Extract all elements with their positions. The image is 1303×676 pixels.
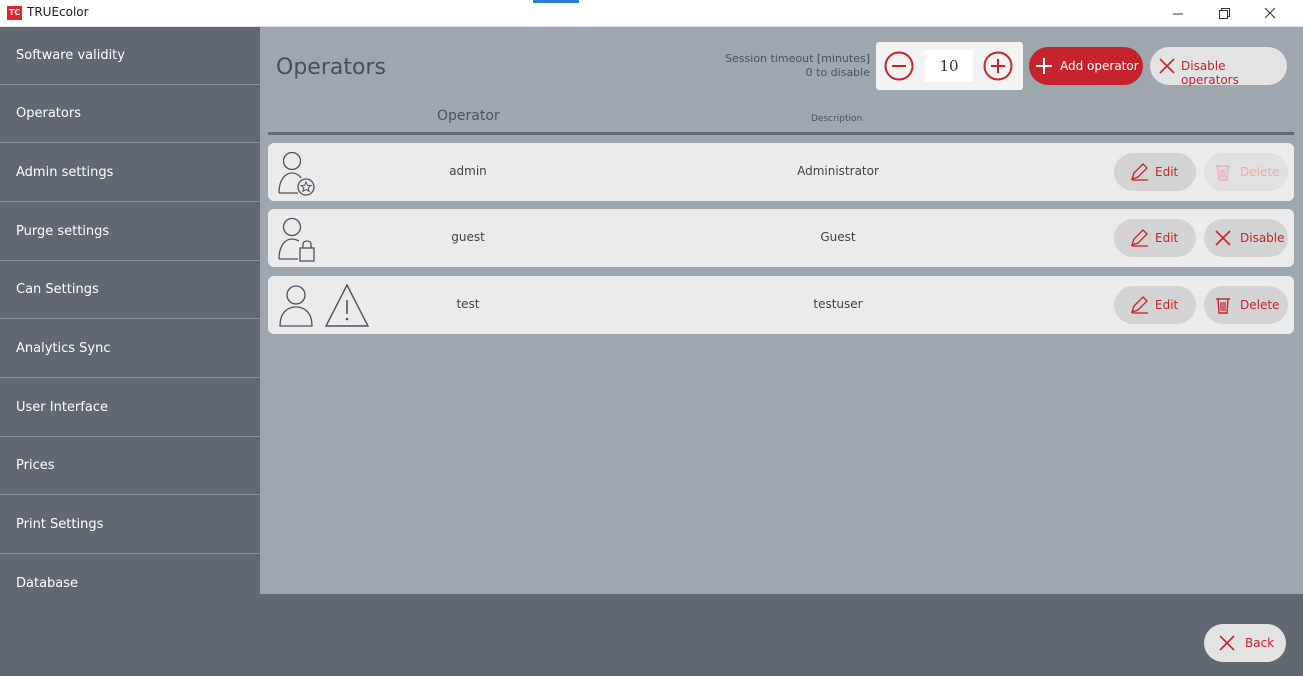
minimize-button[interactable] xyxy=(1155,0,1201,26)
add-operator-label: Add operator xyxy=(1060,59,1139,73)
sidebar-item-prices[interactable]: Prices xyxy=(0,437,260,495)
maximize-icon xyxy=(1219,8,1230,19)
sidebar-item-analytics-sync[interactable]: Analytics Sync xyxy=(0,320,260,378)
close-button[interactable] xyxy=(1247,0,1293,26)
sidebar-item-print-settings[interactable]: Print Settings xyxy=(0,496,260,554)
edit-button[interactable]: Edit xyxy=(1114,219,1196,257)
sidebar-item-operators[interactable]: Operators xyxy=(0,85,260,143)
edit-label: Edit xyxy=(1155,231,1179,245)
pencil-icon xyxy=(1130,229,1148,247)
delete-button[interactable]: Delete xyxy=(1204,286,1288,324)
maximize-button[interactable] xyxy=(1201,0,1247,26)
back-label: Back xyxy=(1245,636,1275,650)
session-timeout-input[interactable] xyxy=(925,50,973,82)
app-logo: TC xyxy=(7,6,22,20)
user-warning-icon xyxy=(279,283,370,327)
edit-label: Edit xyxy=(1155,298,1179,312)
minus-circle-icon xyxy=(884,51,914,81)
title-bar-accent xyxy=(533,0,579,3)
delete-label: Delete xyxy=(1240,165,1280,179)
user-lock-icon xyxy=(278,217,315,262)
operator-name: guest xyxy=(451,230,485,244)
delete-label: Delete xyxy=(1240,298,1280,312)
plus-icon xyxy=(1036,58,1052,74)
operator-description: testuser xyxy=(813,297,863,311)
table-row: admin Administrator Edit Delete xyxy=(268,143,1294,201)
sidebar: Software validity Operators Admin settin… xyxy=(0,27,260,594)
sidebar-item-purge-settings[interactable]: Purge settings xyxy=(0,203,260,261)
footer-bar: Back xyxy=(0,594,1303,676)
edit-button[interactable]: Edit xyxy=(1114,286,1196,324)
x-icon xyxy=(1159,58,1175,74)
x-icon xyxy=(1219,635,1235,651)
table-row: guest Guest Edit Disable xyxy=(268,209,1294,267)
pencil-icon xyxy=(1130,296,1148,314)
minimize-icon xyxy=(1173,13,1183,15)
window-title: TRUEcolor xyxy=(27,5,89,19)
title-bar: TC TRUEcolor xyxy=(0,0,1303,27)
session-timeout-label: Session timeout [minutes] 0 to disable xyxy=(680,52,870,80)
sidebar-item-software-validity[interactable]: Software validity xyxy=(0,27,260,85)
edit-label: Edit xyxy=(1155,165,1179,179)
operator-name: test xyxy=(456,297,480,311)
trash-icon xyxy=(1216,298,1230,314)
column-header-operator: Operator xyxy=(437,108,500,124)
disable-button[interactable]: Disable xyxy=(1204,219,1288,257)
disable-label: Disable xyxy=(1240,231,1285,245)
session-timeout-label-line1: Session timeout [minutes] xyxy=(725,52,870,65)
edit-button[interactable]: Edit xyxy=(1114,153,1196,191)
operator-description: Guest xyxy=(820,230,856,244)
header-divider xyxy=(268,132,1294,135)
operator-description: Administrator xyxy=(797,164,879,178)
x-icon xyxy=(1215,230,1231,246)
session-timeout-label-line2: 0 to disable xyxy=(805,66,870,79)
table-row: test testuser Edit Delete xyxy=(268,276,1294,334)
main-panel: Operators Session timeout [minutes] 0 to… xyxy=(260,27,1303,594)
add-operator-button[interactable]: Add operator xyxy=(1029,47,1143,85)
session-timeout-stepper xyxy=(876,42,1023,90)
column-header-description: Description xyxy=(811,114,863,124)
operator-name: admin xyxy=(449,164,487,178)
trash-icon xyxy=(1216,165,1230,181)
user-star-icon xyxy=(278,151,315,196)
increment-button[interactable] xyxy=(983,51,1013,81)
sidebar-item-admin-settings[interactable]: Admin settings xyxy=(0,144,260,202)
close-icon xyxy=(1264,7,1276,19)
back-button[interactable]: Back xyxy=(1204,624,1286,662)
decrement-button[interactable] xyxy=(884,51,914,81)
page-title: Operators xyxy=(276,55,386,80)
disable-operators-label: Disable operators xyxy=(1181,59,1239,87)
delete-button[interactable]: Delete xyxy=(1204,153,1288,191)
plus-circle-icon xyxy=(983,51,1013,81)
sidebar-item-user-interface[interactable]: User Interface xyxy=(0,379,260,437)
sidebar-item-can-settings[interactable]: Can Settings xyxy=(0,261,260,319)
pencil-icon xyxy=(1130,163,1148,181)
disable-operators-button[interactable]: Disable operators xyxy=(1150,47,1287,87)
